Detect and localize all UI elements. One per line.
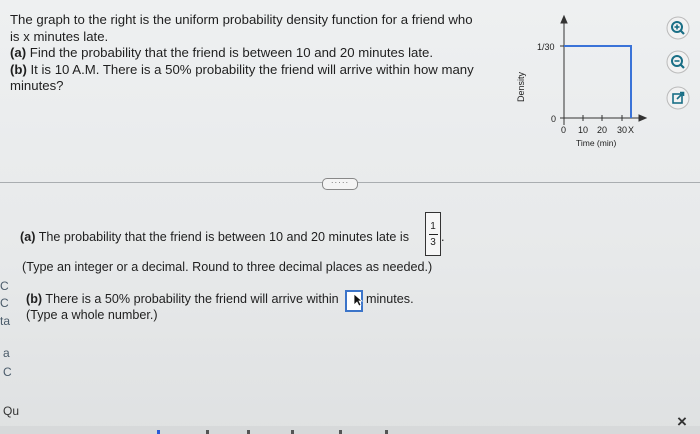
answer-a-fraction[interactable]: 1 3 (425, 212, 441, 256)
answer-a-line: (a) The probability that the friend is b… (20, 229, 409, 245)
toolbar-mark-1 (157, 430, 160, 434)
question-part-b-cont: minutes? (10, 78, 64, 93)
fraction-bar (428, 233, 438, 235)
part-b-label: (b) (10, 61, 27, 77)
left-fragment-2: C (0, 296, 9, 310)
popout-icon[interactable] (666, 86, 690, 110)
x-tick-label-0: 0 (561, 125, 566, 135)
question-part-a: (a) Find the probability that the friend… (10, 45, 490, 62)
toolbar-mark-5 (339, 430, 342, 434)
y-axis-arrow (560, 14, 568, 24)
question-text: The graph to the right is the uniform pr… (10, 12, 490, 95)
x-axis-arrow (638, 114, 648, 122)
toolbar-mark-4 (291, 430, 294, 434)
toolbar-mark-3 (247, 430, 250, 434)
part-a-label: (a) (10, 45, 27, 60)
answer-b-line: (b) There is a 50% probability the frien… (26, 291, 339, 307)
answer-b-text: There is a 50% probability the friend wi… (45, 292, 339, 306)
x-tick-label-30: 30 (617, 125, 627, 135)
left-fragment-6: Qu (3, 404, 20, 418)
x-variable: X (628, 125, 634, 135)
left-fragment-1: C (0, 279, 9, 293)
x-tick-label-10: 10 (578, 125, 588, 135)
screen: The graph to the right is the uniform pr… (0, 0, 700, 434)
y-axis-label: Density (516, 71, 526, 102)
x-axis-label: Time (min) (576, 138, 616, 148)
part-a-text: Find the probability that the friend is … (29, 45, 434, 60)
answer-a-text: The probability that the friend is betwe… (38, 230, 410, 244)
part-b-text-1: It is 10 A.M. There is a 50% probability… (30, 61, 474, 77)
answer-b-unit: minutes. (366, 292, 414, 306)
answer-a-period: . (441, 230, 445, 244)
left-fragment-5: C (3, 365, 12, 379)
toolbar-mark-6 (385, 430, 388, 434)
y-tick-top: 1/30 (537, 42, 555, 52)
density-line (564, 45, 632, 118)
answer-a-hint: (Type an integer or a decimal. Round to … (22, 260, 433, 274)
question-line-2: is x minutes late. (10, 28, 109, 44)
question-line-1: The graph to the right is the uniform pr… (10, 12, 473, 27)
question-part-b: (b) It is 10 A.M. There is a 50% probabi… (10, 62, 490, 79)
answer-b-hint: (Type a whole number.) (26, 308, 158, 322)
mouse-cursor-icon (353, 293, 363, 307)
zoom-out-icon[interactable] (666, 50, 690, 74)
answer-b-label: (b) (26, 292, 43, 306)
fraction-numerator: 1 (430, 220, 436, 232)
toolbar-mark-2 (206, 430, 209, 434)
zoom-in-icon[interactable] (666, 16, 690, 40)
uniform-density-graph: 1/30 0 Density 0 10 20 30 X Time (min) (516, 14, 648, 148)
y-tick-zero: 0 (551, 114, 556, 124)
fraction-denominator: 3 (430, 236, 436, 248)
left-fragment-3: ta (0, 314, 11, 328)
left-fragment-4: a (3, 346, 10, 360)
expand-dots-button[interactable]: ····· (322, 178, 358, 190)
x-tick-label-20: 20 (597, 125, 607, 135)
answer-a-label: (a) (20, 230, 36, 244)
bottom-toolbar (0, 426, 700, 434)
